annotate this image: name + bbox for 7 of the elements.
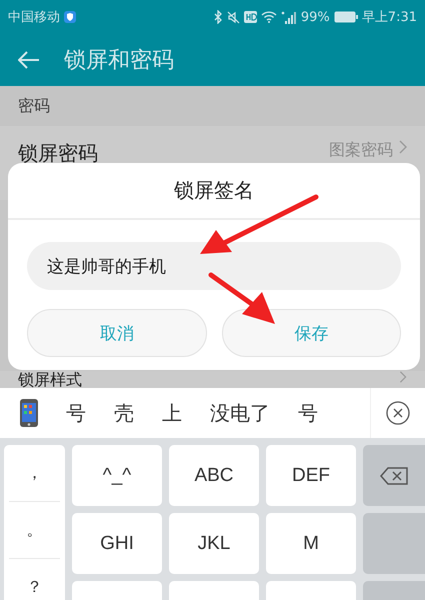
battery-percent: 99% xyxy=(300,10,330,24)
row-value: 图案密码 xyxy=(329,140,393,161)
row-label: 锁屏样式 xyxy=(18,371,83,388)
clock: 早上7:31 xyxy=(362,9,417,26)
carrier-name: 中国移动 xyxy=(8,9,60,26)
dialog-title: 锁屏签名 xyxy=(8,163,420,220)
page-title: 锁屏和密码 xyxy=(64,47,174,75)
